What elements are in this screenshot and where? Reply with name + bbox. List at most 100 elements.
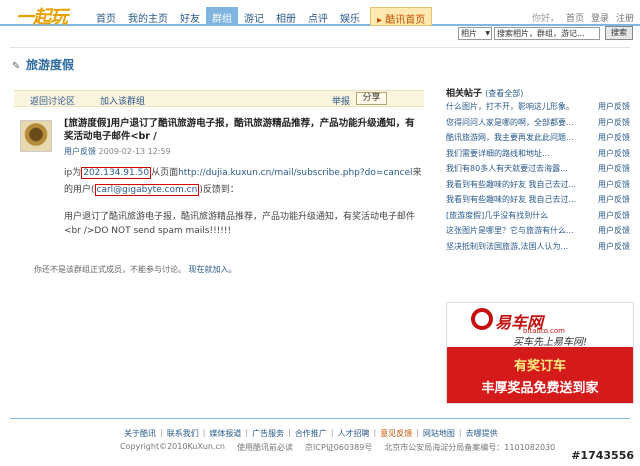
icp-license: 京ICP证060389号 bbox=[305, 443, 373, 452]
search-input[interactable]: 搜索相片，群组，游记... bbox=[494, 27, 600, 40]
nav-reviews[interactable]: 点评 bbox=[302, 7, 334, 26]
source-url-link[interactable]: http://dujia.kuxun.cn/mail/subscribe.php… bbox=[178, 168, 412, 178]
page-title: ✎ 旅游度假 bbox=[12, 56, 74, 73]
related-item-title[interactable]: 我看到有些趣味的好友 我自己去过... bbox=[446, 194, 591, 210]
nav-travelogue[interactable]: 游记 bbox=[238, 7, 270, 26]
footer-sep: | bbox=[245, 428, 249, 437]
related-title-text: 相关帖子 bbox=[446, 89, 483, 99]
post-line-2: 的用户(carl@gigabyte.com.cn)反馈到： bbox=[64, 182, 239, 196]
footer-copyright: Copyright©2010KuXun.cn 使用酷讯前必读 京ICP证0603… bbox=[120, 442, 555, 453]
footer-link-media[interactable]: 媒体报道 bbox=[209, 428, 241, 439]
related-item-title[interactable]: 这张图片是哪里？它与旅游有什么... bbox=[446, 225, 591, 241]
related-item-tag[interactable]: 用户反馈 bbox=[598, 194, 632, 210]
nav-albums[interactable]: 相册 bbox=[270, 7, 302, 26]
related-item-tag[interactable]: 用户反馈 bbox=[598, 210, 632, 226]
back-to-discussions-link[interactable]: 返回讨论区 bbox=[30, 94, 75, 107]
related-item[interactable]: 什么图片，打不开，影响这儿形象。 用户反馈 bbox=[446, 101, 632, 117]
user-email: carl@gigabyte.com.cn bbox=[94, 184, 200, 196]
related-item[interactable]: 我看到有些趣味的好友 我自己去过... 用户反馈 bbox=[446, 179, 632, 195]
related-item-tag[interactable]: 用户反馈 bbox=[598, 241, 632, 257]
related-item-title[interactable]: 我们需要详细的路线和地址... bbox=[446, 148, 591, 164]
related-item-tag[interactable]: 用户反馈 bbox=[598, 101, 632, 117]
related-item[interactable]: 我看到有些趣味的好友 我自己去过... 用户反馈 bbox=[446, 194, 632, 210]
post-title: [旅游度假]用户退订了酷讯旅游电子报，酷讯旅游精品推荐，产品功能升级通知，有奖活… bbox=[64, 118, 415, 142]
footer-sep: | bbox=[330, 428, 334, 437]
related-item-title[interactable]: [旅游度假]几乎没有找到什么 bbox=[446, 210, 591, 226]
related-item[interactable]: 您得问问人家是哪的啊，全部都要... 用户反馈 bbox=[446, 117, 632, 133]
footer-sep: | bbox=[160, 428, 163, 437]
related-item-title[interactable]: 您得问问人家是哪的啊，全部都要... bbox=[446, 117, 591, 133]
post-date: 2009-02-13 12:59 bbox=[98, 147, 171, 156]
share-button[interactable]: 分享 bbox=[356, 92, 387, 105]
terms-link[interactable]: 使用酷讯前必读 bbox=[237, 442, 293, 453]
report-link[interactable]: 举报 bbox=[332, 94, 350, 107]
post-body: 用户退订了酷讯旅游电子报，酷讯旅游精品推荐，产品功能升级通知，有奖活动电子邮件<… bbox=[64, 212, 416, 236]
from-page-text: 从页面 bbox=[151, 168, 179, 178]
join-group-link[interactable]: 加入该群组 bbox=[100, 94, 145, 107]
nav-groups[interactable]: 群组 bbox=[206, 7, 238, 26]
group-icon: ✎ bbox=[12, 61, 21, 72]
footer-sep: | bbox=[416, 428, 419, 437]
footer-link-jobs[interactable]: 人才招聘 bbox=[338, 428, 370, 439]
footer-sep: | bbox=[373, 428, 377, 437]
related-item-tag[interactable]: 用户反馈 bbox=[598, 148, 632, 164]
post-category-link[interactable]: 用户反馈 bbox=[64, 147, 96, 156]
footer-link-contact[interactable]: 联系我们 bbox=[167, 428, 199, 439]
nav-my-page[interactable]: 我的主页 bbox=[122, 7, 174, 26]
related-item[interactable]: 我们需要详细的路线和地址... 用户反馈 bbox=[446, 148, 632, 164]
join-now-link[interactable]: 现在就加入。 bbox=[189, 265, 237, 274]
related-item[interactable]: 酷讯旅游网，我主要再发此此问题... 用户反馈 bbox=[446, 132, 632, 148]
view-all-link[interactable]: (查看全部) bbox=[485, 89, 523, 98]
nav-home[interactable]: 首页 bbox=[90, 7, 122, 26]
ip-prefix: ip为 bbox=[64, 168, 82, 178]
feedback-to-text: )反馈到： bbox=[199, 185, 239, 195]
ad-subheadline: 丰厚奖品免费送到家 bbox=[481, 381, 599, 396]
related-item-title[interactable]: 坚决抵制到法国旅游,法国人认为... bbox=[446, 241, 591, 257]
search-type-select[interactable]: 相片 bbox=[458, 27, 492, 40]
related-item-title[interactable]: 酷讯旅游网，我主要再发此此问题... bbox=[446, 132, 591, 148]
avatar[interactable] bbox=[20, 120, 52, 152]
footer-link-sitemap[interactable]: 网站地图 bbox=[423, 428, 455, 439]
related-item[interactable]: 我们有80多人有天就要过去海露... 用户反馈 bbox=[446, 163, 632, 179]
nav-friends[interactable]: 好友 bbox=[174, 7, 206, 26]
footer-sep: | bbox=[288, 428, 291, 437]
bitauto-logo-icon bbox=[471, 308, 493, 330]
group-toolbar: 返回讨论区 加入该群组 举报 分享 bbox=[14, 90, 424, 107]
ad-slogan: 买车先上易车网! bbox=[513, 337, 588, 348]
related-item[interactable]: 这张图片是哪里？它与旅游有什么... 用户反馈 bbox=[446, 225, 632, 241]
notice-text: 你还不是该群组正式成员，不能参与讨论。 bbox=[34, 265, 186, 274]
footer-link-qunar[interactable]: 去哪提供 bbox=[466, 428, 498, 439]
register-link[interactable]: 注册 bbox=[616, 11, 634, 24]
related-item[interactable]: [旅游度假]几乎没有找到什么 用户反馈 bbox=[446, 210, 632, 226]
related-item[interactable]: 坚决抵制到法国旅游,法国人认为... 用户反馈 bbox=[446, 241, 632, 257]
membership-notice: 你还不是该群组正式成员，不能参与讨论。 现在就加入。 bbox=[34, 264, 237, 275]
footer-divider bbox=[10, 418, 630, 419]
nav-kuxun-home[interactable]: ▸ 酷讯首页 bbox=[370, 7, 433, 26]
footer-link-partners[interactable]: 合作推广 bbox=[295, 428, 327, 439]
user-prefix: 的用户( bbox=[64, 185, 95, 195]
footer-links: 关于酷讯 | 联系我们 | 媒体报道 | 广告服务 | 合作推广 | 人才招聘 | 意见反馈… bbox=[124, 428, 498, 439]
related-item-tag[interactable]: 用户反馈 bbox=[598, 225, 632, 241]
related-item-title[interactable]: 我看到有些趣味的好友 我自己去过... bbox=[446, 179, 591, 195]
footer-link-feedback[interactable]: 意见反馈 bbox=[380, 428, 412, 439]
footer-link-about[interactable]: 关于酷讯 bbox=[124, 428, 156, 439]
nav-entertainment[interactable]: 娱乐 bbox=[334, 7, 366, 26]
top-navigation: 一起玩 首页 我的主页 好友 群组 游记 相册 点评 娱乐 ▸ 酷讯首页 你好，… bbox=[0, 0, 640, 28]
related-item-title[interactable]: 什么图片，打不开，影响这儿形象。 bbox=[446, 101, 591, 117]
search-button[interactable]: 搜索 bbox=[605, 26, 633, 40]
post-meta: 用户反馈 2009-02-13 12:59 bbox=[64, 146, 171, 157]
bitauto-ad-banner[interactable]: 易车网 bitauto.com 买车先上易车网! 有奖订车 丰厚奖品免费送到家 bbox=[446, 302, 634, 404]
related-item-tag[interactable]: 用户反馈 bbox=[598, 132, 632, 148]
related-item-tag[interactable]: 用户反馈 bbox=[598, 179, 632, 195]
copyright-text: Copyright©2010KuXun.cn bbox=[120, 442, 225, 451]
related-item-title[interactable]: 我们有80多人有天就要过去海露... bbox=[446, 163, 591, 179]
nav-kuxun-home-label: 酷讯首页 bbox=[385, 15, 426, 26]
related-item-tag[interactable]: 用户反馈 bbox=[598, 163, 632, 179]
related-item-tag[interactable]: 用户反馈 bbox=[598, 117, 632, 133]
post-line-1: ip为 202.134.91.50 从页面http://dujia.kuxun.cn… bbox=[64, 165, 422, 179]
user-links: 你好， 首页 登录 注册 bbox=[532, 11, 634, 24]
login-link[interactable]: 登录 bbox=[591, 11, 609, 24]
footer-link-ads[interactable]: 广告服务 bbox=[252, 428, 284, 439]
user-home-link[interactable]: 首页 bbox=[566, 11, 584, 24]
footer-sep: | bbox=[202, 428, 206, 437]
